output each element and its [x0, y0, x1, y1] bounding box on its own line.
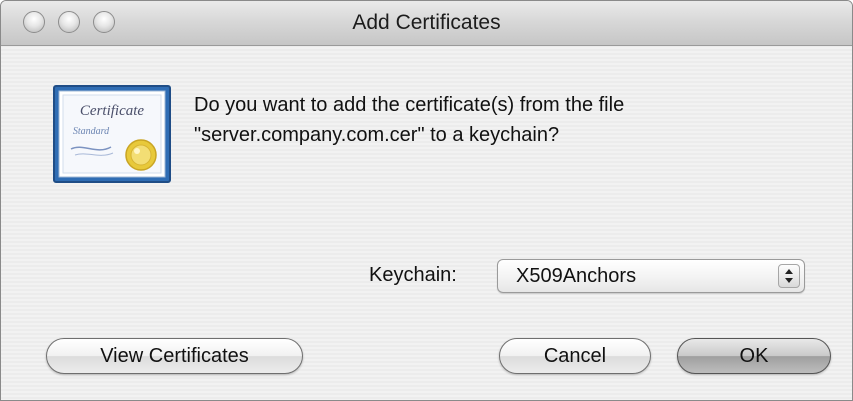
certificate-icon-text-bottom: Standard	[73, 126, 110, 137]
dialog-message-line-1: Do you want to add the certificate(s) fr…	[194, 94, 625, 116]
ok-button[interactable]: OK	[677, 338, 831, 374]
keychain-label: Keychain:	[369, 264, 457, 286]
keychain-selected-value: X509Anchors	[516, 265, 637, 287]
title-bar[interactable]: Add Certificates	[1, 1, 852, 46]
window-title: Add Certificates	[352, 11, 501, 34]
seal-icon	[125, 139, 157, 171]
dialog-message: Do you want to add the certificate(s) fr…	[194, 90, 834, 150]
cancel-button[interactable]: Cancel	[499, 338, 651, 374]
view-certificates-button[interactable]: View Certificates	[46, 338, 303, 374]
popup-arrows-icon	[778, 264, 800, 288]
dialog-message-line-2: "server.company.com.cer" to a keychain?	[194, 124, 560, 146]
certificate-icon-text-top: Certificate	[80, 103, 144, 119]
keychain-popup[interactable]: X509Anchors	[497, 259, 805, 293]
add-certificates-dialog: Add Certificates Certificate Standard Do…	[0, 0, 853, 401]
certificate-icon: Certificate Standard	[53, 85, 171, 183]
